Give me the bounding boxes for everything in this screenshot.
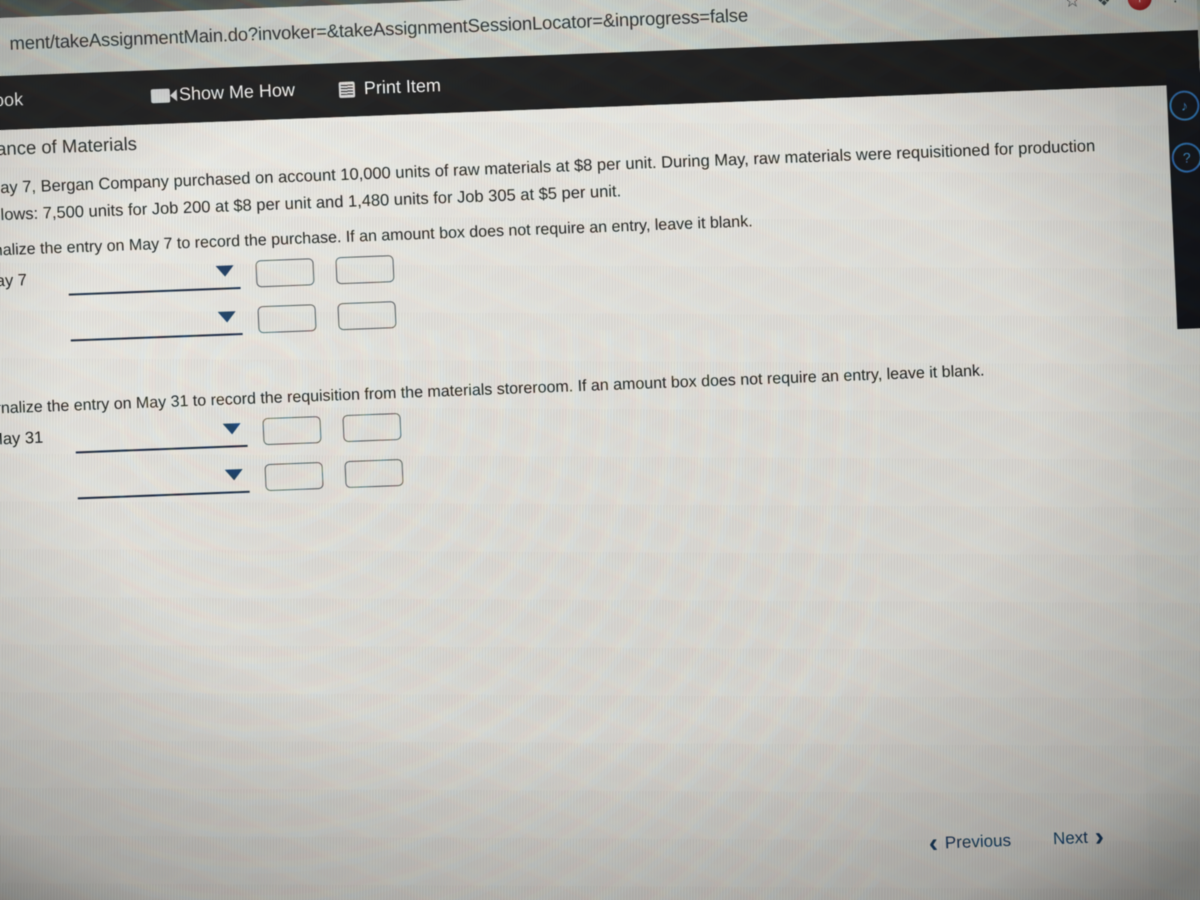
ebook-label: eBook: [0, 89, 24, 112]
next-label: Next: [1052, 827, 1089, 848]
browser-window: b Kingsford Furnishings Compan × + ⓘ men…: [0, 0, 1200, 900]
print-item-label: Print Item: [363, 75, 442, 99]
print-icon: [338, 80, 356, 98]
photo-of-screen: b Kingsford Furnishings Compan × + ⓘ men…: [0, 0, 1200, 900]
ebook-button[interactable]: eBook: [0, 89, 24, 112]
chevron-down-icon: [222, 423, 242, 435]
debit-input-4[interactable]: [264, 461, 324, 492]
journal-entry-may-7: May 7: [0, 255, 397, 363]
debit-input-2[interactable]: [257, 304, 317, 334]
chevron-down-icon: [224, 469, 244, 481]
bookmark-star-icon[interactable]: ☆: [1064, 0, 1081, 11]
assignment-content: Issuance of Materials On May 7, Bergan C…: [0, 87, 1152, 900]
show-me-how-button[interactable]: Show Me How: [150, 79, 296, 107]
print-item-button[interactable]: Print Item: [338, 75, 441, 100]
debit-input-3[interactable]: [262, 416, 322, 446]
assignment-navigation: ‹ Previous Next ›: [928, 821, 1105, 858]
entry-date: May 31: [0, 428, 44, 449]
chevron-left-icon: ‹: [928, 827, 939, 858]
next-button[interactable]: Next ›: [1052, 821, 1105, 852]
profile-avatar[interactable]: T: [1127, 0, 1153, 11]
credit-input-1[interactable]: [335, 255, 395, 285]
previous-button[interactable]: ‹ Previous: [928, 827, 1012, 858]
monitor-screen: b Kingsford Furnishings Compan × + ⓘ men…: [0, 0, 1200, 900]
bell-icon[interactable]: ♪: [1168, 90, 1200, 122]
chevron-down-icon: [215, 265, 235, 277]
help-icon[interactable]: ?: [1171, 142, 1200, 174]
question-paragraph: On May 7, Bergan Company purchased on ac…: [0, 137, 1096, 226]
account-select-2[interactable]: [69, 306, 243, 342]
side-rail: ♪ ?: [1165, 68, 1200, 330]
previous-label: Previous: [944, 830, 1012, 852]
credit-input-2[interactable]: [337, 301, 397, 331]
account-select-1[interactable]: [67, 261, 241, 296]
video-icon: [150, 88, 171, 103]
chevron-down-icon: [217, 311, 237, 323]
debit-input-1[interactable]: [255, 258, 315, 288]
credit-input-3[interactable]: [342, 412, 402, 443]
chrome-menu-icon[interactable]: ⋮: [1167, 0, 1183, 5]
entry-date: May 7: [0, 271, 28, 291]
instruction-may-31: Journalize the entry on May 31 to record…: [0, 362, 985, 419]
show-me-how-label: Show Me How: [178, 79, 296, 105]
account-select-3[interactable]: [74, 418, 248, 454]
credit-input-4[interactable]: [344, 458, 404, 489]
page-title: Issuance of Materials: [0, 132, 138, 161]
extensions-puzzle-icon[interactable]: ❖: [1096, 0, 1112, 9]
chevron-right-icon: ›: [1094, 821, 1105, 852]
journal-entry-may-31: May 31: [0, 412, 404, 521]
account-select-4[interactable]: [76, 464, 250, 500]
